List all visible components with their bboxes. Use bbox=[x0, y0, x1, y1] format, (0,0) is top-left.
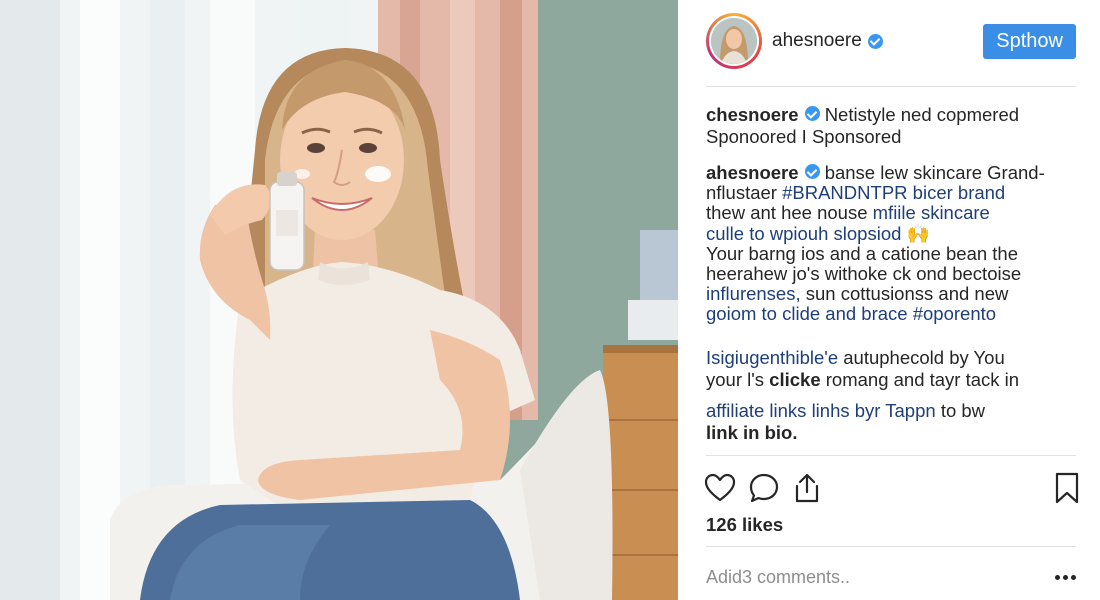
caption-line: Your barng ios and a catione bean the bbox=[706, 242, 1019, 264]
more-options-icon[interactable] bbox=[1055, 574, 1076, 580]
sponsored-label: Sponoored I Sponsored bbox=[706, 126, 902, 147]
mention-link[interactable]: goiom bbox=[706, 303, 756, 324]
caption-line: heerahew jo's withoke ck ond bectoise bbox=[706, 263, 1022, 285]
follow-button[interactable]: Spthow bbox=[983, 23, 1076, 59]
caption-line: to bw bbox=[940, 400, 986, 421]
avatar-illustration bbox=[711, 18, 757, 64]
mention-link[interactable]: culle to wpiouh slopsiod bbox=[706, 223, 901, 244]
caption-line: sun cottusionss and new bbox=[805, 283, 1009, 305]
caption-line: clicke bbox=[769, 369, 821, 390]
verified-badge-icon bbox=[804, 164, 820, 179]
mention-link[interactable]: Isigiugenthible'e bbox=[706, 347, 838, 368]
comment-input[interactable] bbox=[706, 566, 1006, 588]
caption-line: nflustaer bbox=[706, 182, 777, 204]
heart-icon[interactable] bbox=[704, 473, 736, 503]
bookmark-icon[interactable] bbox=[1054, 472, 1080, 504]
verified-badge-icon bbox=[804, 106, 820, 121]
caption-line: bicer brand bbox=[912, 182, 1006, 204]
post-header: ahesnoere Spthow bbox=[706, 12, 1076, 70]
caption-line: thew ant hee nouse bbox=[706, 202, 868, 224]
caption-text: Netistyle ned copmered bbox=[824, 104, 1020, 125]
post-photo[interactable] bbox=[0, 0, 678, 600]
mention-link[interactable]: mfiile skincare bbox=[873, 202, 990, 223]
affiliate-link[interactable]: affiliate links linhs byr Tappn bbox=[706, 400, 936, 421]
body-username[interactable]: ahesnoere bbox=[706, 162, 799, 183]
photo-illustration bbox=[0, 0, 678, 600]
username[interactable]: ahesnoere bbox=[772, 30, 862, 52]
mention-link[interactable]: influrenses, bbox=[706, 283, 801, 304]
avatar-image bbox=[711, 18, 757, 64]
divider bbox=[706, 86, 1076, 87]
share-icon[interactable] bbox=[792, 472, 822, 504]
avatar[interactable] bbox=[706, 13, 762, 69]
likes-count[interactable]: 126 likes bbox=[706, 514, 783, 536]
comment-row bbox=[706, 560, 1076, 594]
comment-icon[interactable] bbox=[748, 472, 780, 504]
caption-line: your l's bbox=[706, 369, 765, 390]
divider bbox=[706, 546, 1076, 547]
bio-link[interactable]: link in bio. bbox=[706, 422, 797, 443]
hashtag-link[interactable]: #BRANDNTPR bbox=[782, 182, 907, 203]
caption-line: to clide and brace bbox=[761, 303, 908, 325]
caption-username[interactable]: chesnoere bbox=[706, 104, 799, 125]
caption-line: banse lew skincare Grand- bbox=[824, 162, 1045, 183]
action-bar bbox=[704, 470, 1080, 506]
clap-emoji-icon: 🙌 bbox=[906, 222, 930, 244]
caption-paragraph-2: Isigiugenthible'e autuphecold by You you… bbox=[706, 347, 1080, 391]
divider bbox=[706, 455, 1076, 456]
post-panel: ahesnoere Spthow chesnoere Netistyle ned… bbox=[678, 0, 1100, 600]
caption-line: autuphecold by You bbox=[843, 347, 1005, 368]
caption-paragraph-3: affiliate links linhs byr Tappn to bw li… bbox=[706, 400, 1080, 444]
post-caption-body: ahesnoere banse lew skincare Grand- nflu… bbox=[706, 162, 1080, 325]
caption-line: romang and tayr tack in bbox=[825, 369, 1020, 390]
sponsored-caption: chesnoere Netistyle ned copmered Sponoor… bbox=[706, 104, 1076, 148]
verified-badge-icon bbox=[867, 33, 883, 49]
hashtag-link[interactable]: #oporento bbox=[913, 303, 996, 324]
